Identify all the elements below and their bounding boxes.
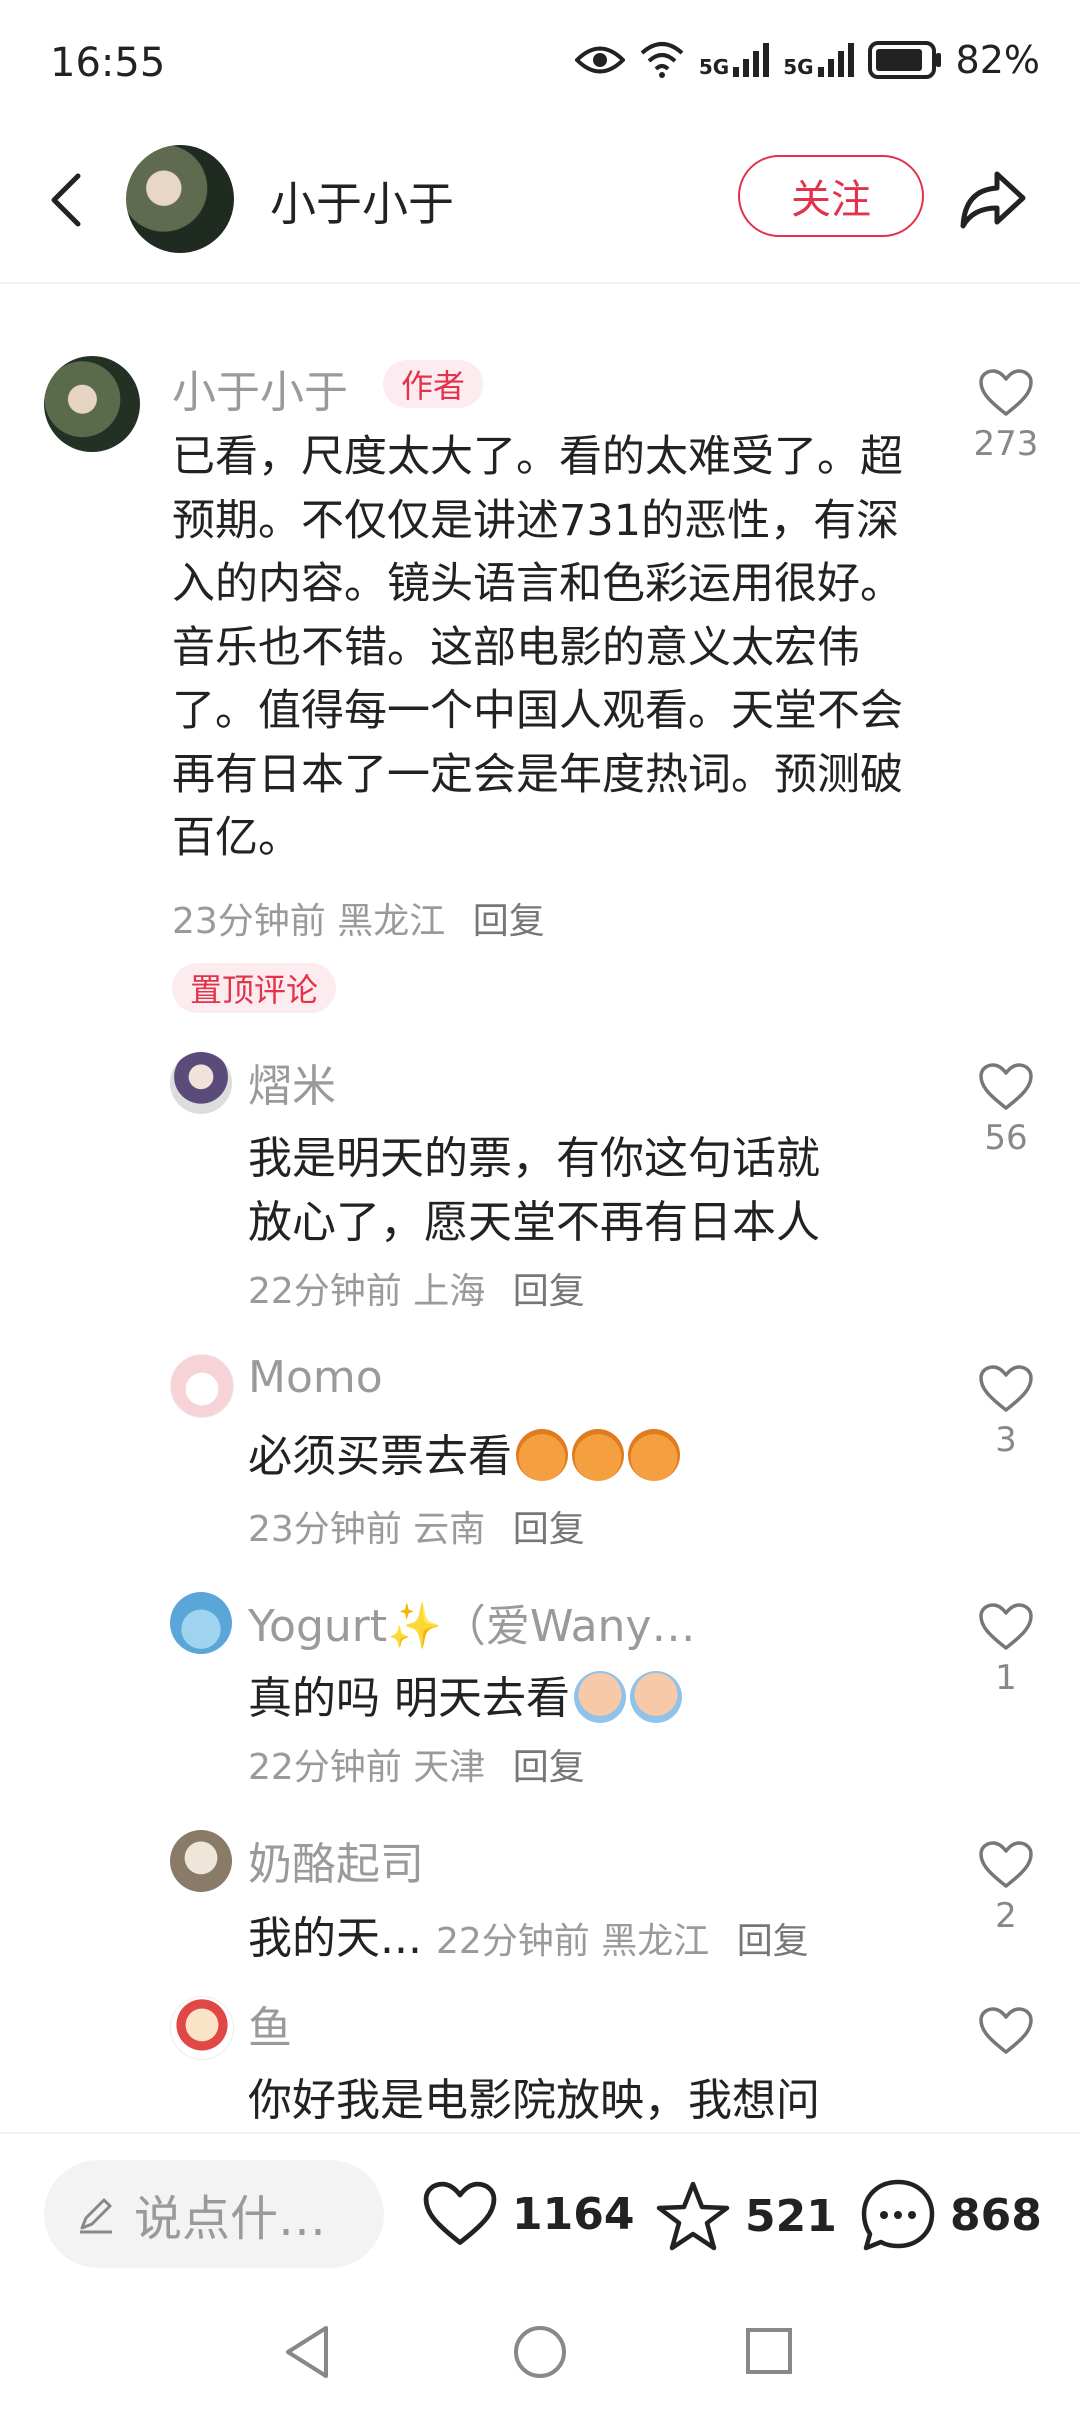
reply-like-button[interactable]: 56 — [966, 1062, 1046, 1158]
crying-cat-emoji — [572, 1429, 624, 1481]
comment-author-name[interactable]: 小于小于 — [172, 356, 348, 420]
reply-avatar[interactable] — [170, 1592, 232, 1654]
status-icons: 5G 5G 82% — [574, 38, 1040, 82]
reply-location: 黑龙江 — [601, 1921, 710, 1962]
eye-icon — [574, 46, 625, 74]
comment-total: 868 — [950, 2189, 1042, 2241]
heart-icon — [979, 369, 1033, 416]
heart-icon — [979, 1841, 1033, 1888]
reply-avatar[interactable] — [170, 1052, 232, 1114]
battery-icon — [867, 41, 941, 79]
reply-time: 23分钟前 — [248, 1509, 402, 1550]
reply-button[interactable]: 回复 — [513, 1271, 585, 1312]
reply-button[interactable]: 回复 — [513, 1509, 585, 1550]
comment-input[interactable]: 说点什… — [44, 2160, 384, 2268]
reply-like-button[interactable] — [966, 2006, 1046, 2056]
reply-author-name[interactable]: Yogurt✨（爱Wany… — [248, 1590, 695, 1654]
chevron-left-icon — [51, 173, 81, 227]
favorite-action-button[interactable]: 521 — [655, 2180, 837, 2252]
comment-text: 已看，尺度太大了。看的太难受了。超预期。不仅仅是讲述731的恶性，有深入的内容。… — [172, 432, 903, 863]
battery-percent: 82% — [955, 38, 1040, 82]
heart-icon — [979, 2007, 1033, 2054]
reply-text: 放心了，愿天堂不再有日本人 — [248, 1197, 820, 1248]
reply-button[interactable]: 回复 — [513, 1747, 585, 1788]
status-time: 16:55 — [50, 40, 166, 86]
reply-like-button[interactable]: 3 — [966, 1364, 1046, 1460]
comment-location: 黑龙江 — [337, 901, 446, 942]
comment-action-button[interactable]: 868 — [860, 2178, 1042, 2252]
reply-button[interactable]: 回复 — [473, 901, 545, 942]
reply-meta: 22分钟前 天津 回复 — [248, 1738, 585, 1790]
heart-icon — [979, 1063, 1033, 1110]
share-button[interactable] — [955, 162, 1031, 238]
crying-cat-emoji — [516, 1429, 568, 1481]
crying-face-emoji — [574, 1671, 626, 1723]
pinned-badge: 置顶评论 — [172, 963, 337, 1013]
author-badge: 作者 — [383, 360, 484, 408]
like-action-button[interactable]: 1164 — [422, 2180, 634, 2248]
reply-text: 我是明天的票，有你这句话就 — [248, 1133, 820, 1184]
heart-icon — [979, 1365, 1033, 1412]
reply-author-name[interactable]: 熠米 — [248, 1050, 336, 1114]
comment-input-placeholder: 说点什… — [134, 2191, 327, 2247]
signal-2-icon: 5G — [783, 43, 854, 77]
comment-time: 23分钟前 — [172, 901, 326, 942]
reply-avatar[interactable] — [170, 1830, 232, 1892]
signal-1-icon: 5G — [699, 43, 770, 77]
reply-text: 真的吗 明天去看 — [248, 1662, 682, 1726]
header-avatar[interactable] — [126, 145, 234, 253]
reply-text-content: 我的天... — [248, 1913, 422, 1964]
like-count: 2 — [995, 1896, 1017, 1936]
system-nav-bar — [0, 2300, 1080, 2412]
favorite-total: 521 — [745, 2190, 837, 2242]
reply-text-content: 必须买票去看 — [248, 1431, 512, 1482]
nav-back-icon[interactable] — [282, 2324, 332, 2380]
crying-face-emoji — [630, 1671, 682, 1723]
nav-recents-icon[interactable] — [744, 2326, 794, 2376]
reply-avatar[interactable] — [170, 1996, 234, 2060]
reply-text: 你好我是电影院放映，我想问 — [248, 2075, 820, 2126]
like-total: 1164 — [512, 2188, 635, 2240]
like-count: 273 — [973, 424, 1039, 464]
reply-time: 22分钟前 — [248, 1747, 402, 1788]
reply-text: 我的天... 22分钟前 黑龙江 回复 — [248, 1902, 809, 1966]
reply-meta: 22分钟前 上海 回复 — [248, 1262, 585, 1314]
back-button[interactable] — [36, 160, 96, 240]
header-user-name[interactable]: 小于小于 — [270, 168, 454, 234]
reply-time: 22分钟前 — [248, 1271, 402, 1312]
nav-home-icon[interactable] — [512, 2324, 568, 2380]
follow-button[interactable]: 关注 — [738, 155, 924, 237]
like-count: 1 — [995, 1658, 1017, 1698]
wifi-icon — [640, 42, 684, 78]
like-count: 56 — [984, 1118, 1028, 1158]
reply-author-name[interactable]: 鱼 — [248, 1992, 292, 2056]
reply-location: 天津 — [413, 1747, 486, 1788]
reply-avatar[interactable] — [170, 1354, 234, 1418]
reply-author-name[interactable]: Momo — [248, 1352, 383, 1403]
share-icon — [960, 171, 1026, 229]
reply-author-name[interactable]: 奶酪起司 — [248, 1828, 424, 1892]
like-count: 3 — [995, 1420, 1017, 1460]
reply-location: 云南 — [413, 1509, 486, 1550]
crying-cat-emoji — [628, 1429, 680, 1481]
star-icon — [656, 2181, 730, 2251]
reply-meta: 22分钟前 黑龙江 回复 — [436, 1921, 809, 1962]
heart-icon — [979, 1603, 1033, 1650]
comment-like-button[interactable]: 273 — [966, 368, 1046, 464]
reply-time: 22分钟前 — [435, 1921, 590, 1962]
reply-meta: 23分钟前 云南 回复 — [248, 1500, 585, 1552]
reply-location: 上海 — [413, 1271, 486, 1312]
reply-like-button[interactable]: 2 — [966, 1840, 1046, 1936]
heart-icon — [423, 2181, 497, 2245]
reply-like-button[interactable]: 1 — [966, 1602, 1046, 1698]
comment-meta: 23分钟前 黑龙江 回复 — [172, 892, 545, 944]
comment-bubble-icon — [861, 2179, 935, 2251]
reply-text-content: 真的吗 明天去看 — [248, 1673, 570, 1724]
reply-text: 必须买票去看 — [248, 1420, 680, 1484]
pencil-icon — [80, 2198, 112, 2234]
reply-button[interactable]: 回复 — [737, 1921, 809, 1962]
author-avatar[interactable] — [44, 356, 140, 452]
